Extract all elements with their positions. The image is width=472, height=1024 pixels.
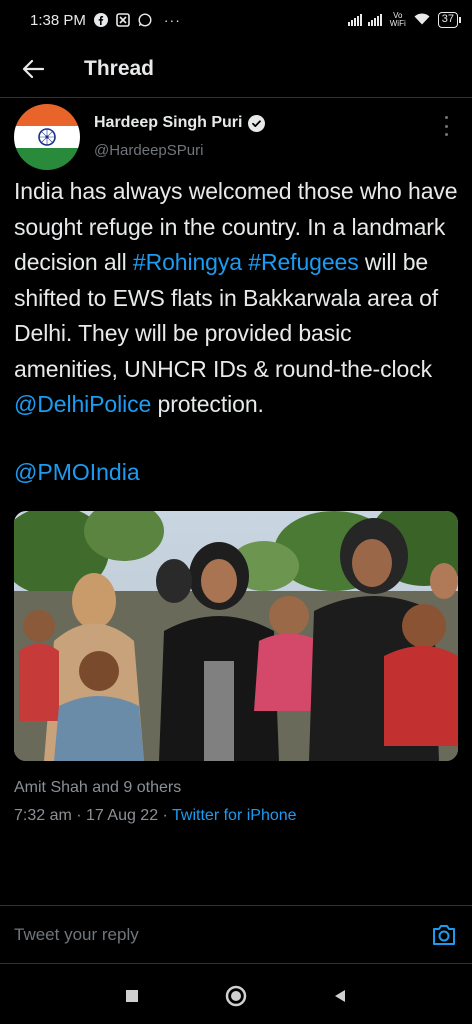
- tweet-text-part: protection.: [151, 391, 264, 417]
- more-vertical-icon[interactable]: [442, 116, 450, 136]
- back-arrow-icon[interactable]: [0, 40, 56, 98]
- camera-icon[interactable]: [430, 921, 458, 949]
- back-triangle-icon[interactable]: [325, 981, 355, 1011]
- tweet: Hardeep Singh Puri @HardeepSPuri India h…: [0, 100, 472, 825]
- hashtag-rohingya[interactable]: #Rohingya: [133, 249, 242, 275]
- hashtag-refugees[interactable]: #Refugees: [248, 249, 358, 275]
- tweet-text: India has always welcomed those who have…: [14, 174, 458, 423]
- verified-badge-icon: [248, 114, 266, 132]
- page-title: Thread: [84, 56, 155, 80]
- tweet-photo[interactable]: [14, 510, 458, 761]
- tweet-timestamp: 7:32 am · 17 Aug 22 ·: [14, 806, 173, 824]
- signal-icon: [347, 14, 362, 26]
- avatar[interactable]: [14, 104, 80, 170]
- battery-indicator: 37: [437, 12, 462, 28]
- status-time: 1:38 PM: [30, 11, 86, 29]
- reply-input[interactable]: [14, 924, 430, 945]
- status-bar: 1:38 PM ··· Vo WiFi 37: [0, 0, 472, 40]
- tweet-meta: 7:32 am · 17 Aug 22 · Twitter for iPhone: [14, 807, 458, 825]
- vowifi-label: Vo WiFi: [389, 11, 406, 28]
- reply-bar: [0, 906, 472, 964]
- author-handle[interactable]: @HardeepSPuri: [94, 142, 203, 159]
- status-more-dots: ···: [163, 12, 181, 28]
- system-nav-bar: [0, 968, 472, 1024]
- recent-apps-square-icon[interactable]: [117, 981, 147, 1011]
- author-name[interactable]: Hardeep Singh Puri: [94, 114, 242, 132]
- wifi-icon: [414, 13, 430, 28]
- mention-pmoindia[interactable]: @PMOIndia: [14, 457, 458, 487]
- home-circle-icon[interactable]: [221, 981, 251, 1011]
- facebook-icon: [93, 13, 108, 27]
- mention-delhipolice[interactable]: @DelhiPolice: [14, 391, 151, 417]
- top-bar: Thread: [0, 40, 472, 98]
- likers-summary[interactable]: Amit Shah and 9 others: [14, 779, 458, 797]
- tweet-author-row: Hardeep Singh Puri @HardeepSPuri: [14, 100, 458, 170]
- tweet-source-link[interactable]: Twitter for iPhone: [172, 807, 297, 824]
- app-notification-icon: [116, 13, 130, 27]
- signal-icon-2: [367, 14, 382, 26]
- whatsapp-icon: [138, 13, 152, 27]
